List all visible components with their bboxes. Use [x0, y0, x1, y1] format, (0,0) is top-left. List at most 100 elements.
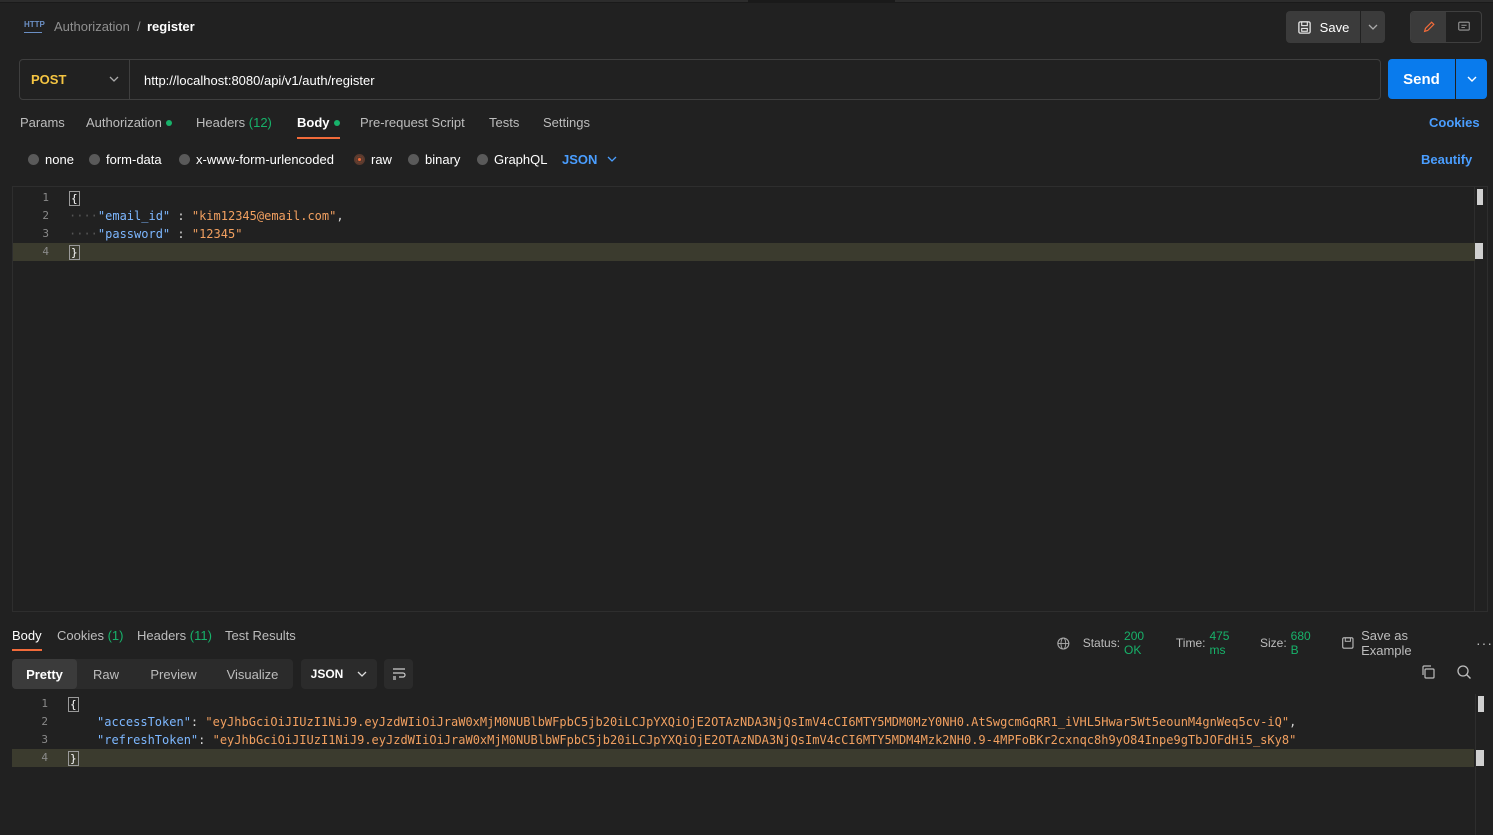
json-value: "eyJhbGciOiJIUzI1NiJ9.eyJzdWIiOiJraW0xMj…: [212, 733, 1297, 747]
tab-prerequest-label: Pre-request Script: [360, 115, 465, 130]
code-line-active: 4 }: [12, 749, 1474, 767]
response-tab-body[interactable]: Body: [12, 628, 42, 651]
response-language-select[interactable]: JSON: [301, 659, 377, 689]
beautify-link[interactable]: Beautify: [1421, 152, 1472, 167]
radio-label: GraphQL: [494, 152, 548, 167]
response-tab-body-label: Body: [12, 628, 42, 643]
tab-body[interactable]: Body: [297, 115, 340, 139]
tab-authorization[interactable]: Authorization: [86, 115, 172, 139]
body-mode-graphql[interactable]: GraphQL: [477, 152, 547, 167]
tab-body-label: Body: [297, 115, 330, 130]
save-button[interactable]: Save: [1286, 11, 1360, 43]
json-colon: :: [198, 733, 213, 747]
search-icon[interactable]: [1456, 664, 1472, 680]
request-body-editor[interactable]: 1 { 2 ····"email_id" : "kim12345@email.c…: [12, 186, 1488, 612]
body-language-label: JSON: [562, 152, 598, 167]
format-preview[interactable]: Preview: [135, 659, 212, 689]
tab-headers[interactable]: Headers (12): [196, 115, 272, 139]
json-comma: ,: [1289, 715, 1297, 729]
response-tab-cookies[interactable]: Cookies (1): [57, 628, 123, 643]
response-scrollbar[interactable]: [1478, 696, 1484, 712]
headers-count: (12): [248, 115, 272, 130]
close-brace: }: [68, 751, 79, 766]
tab-authorization-label: Authorization: [86, 115, 162, 130]
tab-settings[interactable]: Settings: [543, 115, 590, 139]
radio-button: [28, 154, 39, 165]
method-label: POST: [31, 72, 67, 87]
editor-scrollbar[interactable]: [1477, 189, 1483, 205]
globe-icon[interactable]: [1056, 636, 1071, 651]
time-value[interactable]: 475 ms: [1209, 629, 1248, 657]
code-line-active: 4 }: [13, 243, 1475, 261]
line-number: 1: [42, 191, 49, 204]
breadcrumb-current[interactable]: register: [147, 19, 195, 34]
format-raw[interactable]: Raw: [77, 659, 135, 689]
radio-label: none: [45, 152, 74, 167]
json-key: "email_id": [97, 209, 171, 223]
more-options-icon[interactable]: ···: [1476, 635, 1493, 651]
open-brace: {: [69, 191, 80, 206]
response-body-viewer[interactable]: 1 { 2 "accessToken": "eyJhbGciOiJIUzI1Ni…: [12, 694, 1488, 835]
response-tab-test-results[interactable]: Test Results: [225, 628, 296, 643]
breadcrumb-parent[interactable]: Authorization: [54, 19, 130, 34]
body-mode-binary[interactable]: binary: [408, 152, 460, 167]
chevron-down-icon: [357, 671, 367, 677]
format-visualize[interactable]: Visualize: [212, 659, 293, 689]
cookies-link[interactable]: Cookies: [1429, 115, 1480, 130]
http-icon: HTTP: [24, 19, 45, 33]
status-value[interactable]: 200 OK: [1124, 629, 1164, 657]
url-bar: POST: [19, 59, 1381, 100]
tab-prerequest-script[interactable]: Pre-request Script: [360, 115, 465, 139]
line-number: 4: [42, 245, 49, 258]
save-dropdown-button[interactable]: [1361, 11, 1385, 43]
edit-mode-button[interactable]: [1411, 12, 1446, 42]
response-tab-headers[interactable]: Headers (11): [137, 628, 212, 643]
whitespace-dots: ····: [69, 209, 98, 223]
send-button[interactable]: Send: [1388, 59, 1455, 99]
response-actions: [1420, 664, 1472, 680]
wrap-lines-icon: [392, 668, 406, 680]
comments-mode-button[interactable]: [1446, 12, 1481, 42]
tab-settings-label: Settings: [543, 115, 590, 130]
format-pretty[interactable]: Pretty: [12, 659, 77, 689]
json-value: "12345": [191, 227, 243, 241]
response-language-label: JSON: [310, 667, 344, 681]
url-input[interactable]: [144, 71, 1344, 89]
tab-tests[interactable]: Tests: [489, 115, 519, 139]
body-mode-none[interactable]: none: [28, 152, 74, 167]
save-icon: [1342, 637, 1354, 649]
code-line: 3 ····"password" : "12345": [13, 225, 1475, 243]
cookies-count: (1): [107, 628, 124, 643]
response-scrollbar-marker: [1476, 750, 1484, 766]
radio-button: [179, 154, 190, 165]
line-number: 2: [41, 715, 48, 728]
method-select[interactable]: POST: [20, 60, 130, 99]
response-tab-test-results-label: Test Results: [225, 628, 296, 643]
save-as-example-button[interactable]: Save as Example: [1341, 628, 1460, 658]
response-tab-headers-label: Headers: [137, 628, 187, 643]
radio-label: x-www-form-urlencoded: [196, 152, 334, 167]
body-mode-form-data[interactable]: form-data: [89, 152, 162, 167]
response-headers-count: (11): [189, 628, 212, 643]
body-mode-raw[interactable]: raw: [354, 152, 392, 167]
size-value[interactable]: 680 B: [1291, 629, 1322, 657]
body-language-select[interactable]: JSON: [562, 152, 617, 167]
breadcrumb-separator: /: [137, 19, 141, 34]
json-key: "refreshToken": [97, 733, 199, 747]
wrap-lines-button[interactable]: [384, 659, 413, 689]
response-status-bar: Status: 200 OK Time: 475 ms Size: 680 B …: [1056, 628, 1493, 658]
tab-params[interactable]: Params: [20, 115, 65, 139]
line-number: 3: [42, 227, 49, 240]
chevron-down-icon: [607, 156, 617, 162]
json-colon: :: [170, 209, 192, 223]
json-colon: :: [170, 227, 192, 241]
status-label: Status:: [1082, 636, 1121, 650]
copy-icon[interactable]: [1420, 664, 1436, 680]
chevron-down-icon: [1368, 24, 1378, 30]
radio-label: form-data: [106, 152, 162, 167]
body-mode-urlencoded[interactable]: x-www-form-urlencoded: [179, 152, 334, 167]
line-number: 1: [41, 697, 48, 710]
status-dot: [165, 119, 172, 126]
send-dropdown-button[interactable]: [1456, 59, 1487, 99]
time-label: Time:: [1175, 636, 1206, 650]
